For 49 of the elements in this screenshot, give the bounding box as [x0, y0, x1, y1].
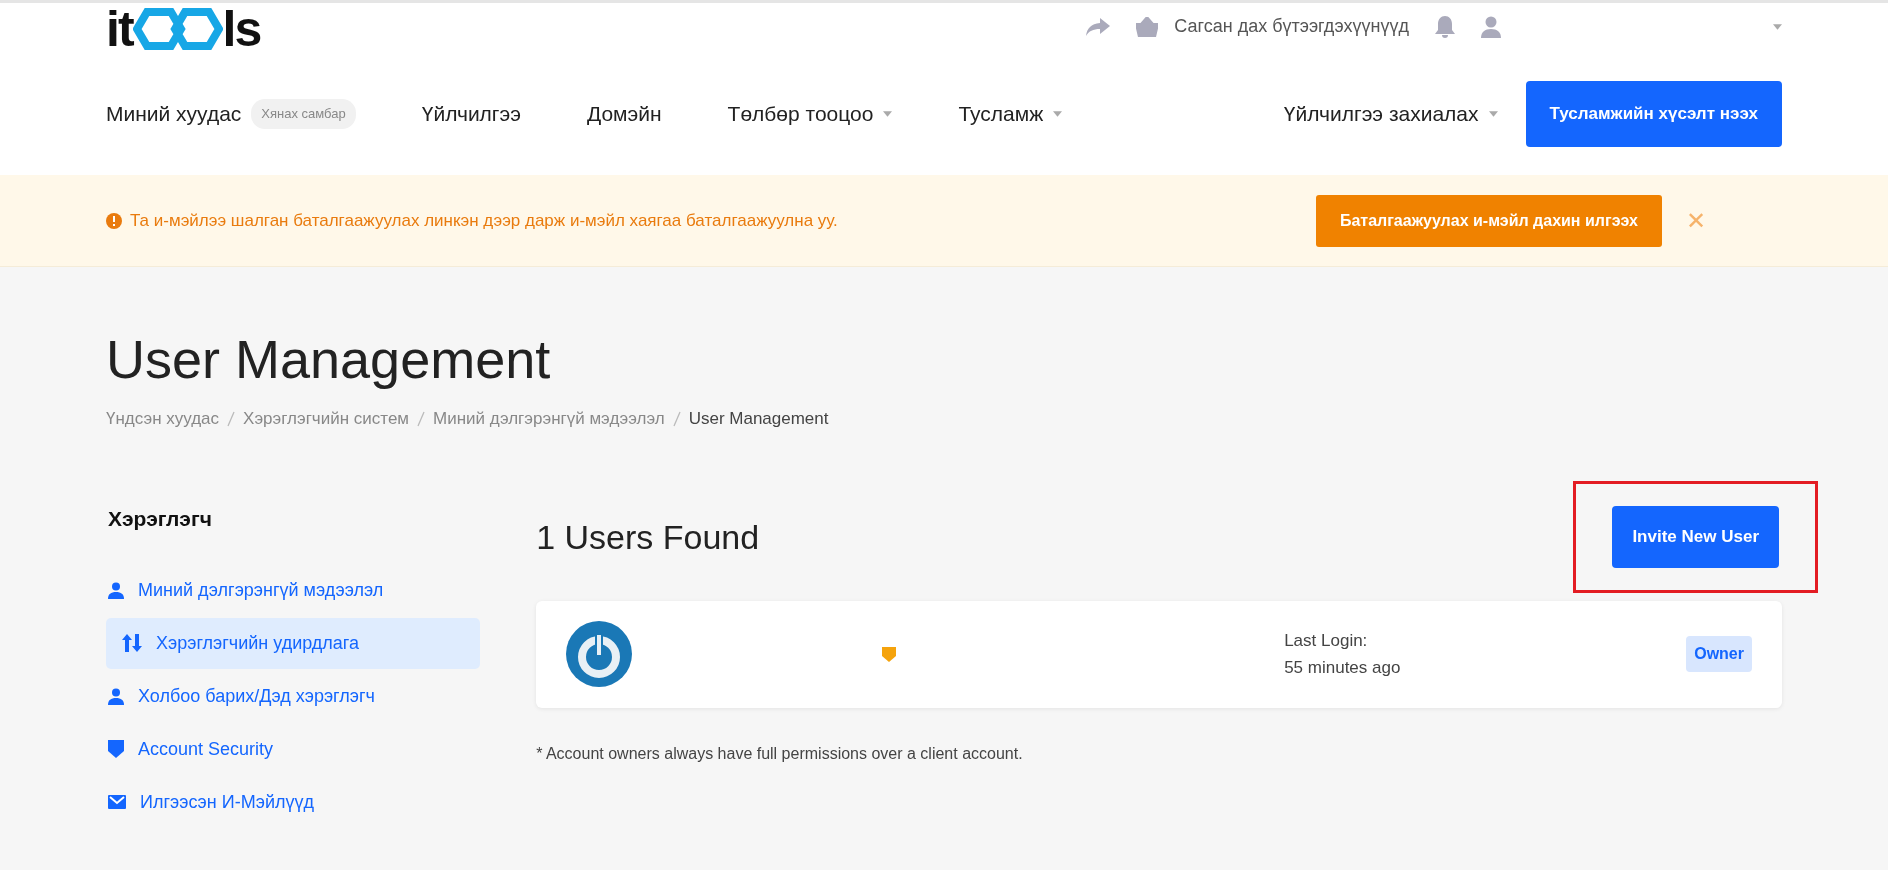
support-ticket-button[interactable]: Тусламжийн хүсэлт нээх — [1525, 81, 1782, 147]
role-tag: Owner — [1686, 636, 1752, 673]
nav-link[interactable]: Төлбөр тооцоо — [727, 98, 874, 130]
basket-icon[interactable] — [1136, 16, 1159, 37]
shield-icon — [108, 740, 124, 759]
invite-user-button[interactable]: Invite New User — [1612, 506, 1779, 568]
sidebar-item[interactable]: Account Security — [106, 723, 481, 775]
sidebar-item[interactable]: Холбоо барих/Дэд хэрэглэгч — [106, 670, 481, 722]
breadcrumb-item: User Management — [688, 407, 829, 430]
slash-separator-icon — [227, 410, 236, 427]
users-found-heading: 1 Users Found — [536, 516, 760, 558]
slash-separator-icon — [417, 410, 426, 427]
alert-message: Та и-мэйлээ шалган баталгаажуулах линкэн дээр дарж и-мэйл хаягаа баталгаажуулна уу. — [130, 209, 838, 232]
breadcrumb-item[interactable]: Миний дэлгэрэнгүй мэдээлэл — [433, 405, 665, 432]
breadcrumb-item[interactable]: Үндсэн хуудас — [106, 405, 220, 432]
user-icon — [108, 687, 124, 705]
caret-icon — [1773, 23, 1782, 30]
cart-link[interactable]: Сагсан дах бүтээгдэхүүнүүд — [1174, 13, 1409, 40]
slash-separator-icon — [672, 410, 681, 427]
bell-icon[interactable] — [1435, 15, 1455, 38]
last-login-label: Last Login: — [1284, 630, 1369, 653]
resend-email-button[interactable]: Баталгаажуулах и-мэйл дахин илгээх — [1315, 194, 1662, 247]
power-avatar-icon — [566, 621, 633, 688]
warning-icon — [106, 212, 122, 229]
nav-link[interactable]: Үйлчилгээ захиалах — [1283, 98, 1479, 130]
caret-icon — [1053, 111, 1063, 117]
nav-link[interactable]: Домэйн — [586, 98, 662, 130]
nav-link[interactable]: Тусламж — [958, 98, 1044, 130]
breadcrumb-item[interactable]: Хэрэглэгчийн систем — [243, 405, 410, 432]
shield-icon — [882, 646, 897, 662]
user-icon[interactable] — [1481, 15, 1501, 38]
sidebar-item[interactable]: Илгээсэн И-Мэйлүүд — [106, 776, 481, 828]
logo[interactable]: it ls — [106, 5, 261, 53]
share-arrow-icon[interactable] — [1086, 17, 1111, 36]
page-title: User Management — [106, 328, 552, 391]
envelope-icon — [108, 795, 126, 810]
caret-icon — [883, 111, 893, 117]
user-icon — [108, 581, 124, 599]
sidebar-item[interactable]: Миний дэлгэрэнгүй мэдээлэл — [106, 564, 481, 616]
sort-arrows-icon — [122, 634, 142, 653]
last-login-time: 55 minutes ago — [1284, 657, 1401, 680]
nav-link[interactable]: Миний хуудас — [106, 98, 242, 130]
sidebar-heading: Хэрэглэгч — [108, 506, 213, 533]
nav-link[interactable]: Үйлчилгээ — [421, 98, 521, 130]
chain-link-icon — [132, 8, 223, 50]
caret-icon — [1488, 111, 1498, 117]
footnote: * Account owners always have full permissions over a client account. — [536, 743, 1024, 764]
dashboard-pill[interactable]: Хянах самбар — [251, 99, 356, 129]
sidebar-item[interactable]: Хэрэглэгчийн удирдлага — [106, 617, 481, 669]
